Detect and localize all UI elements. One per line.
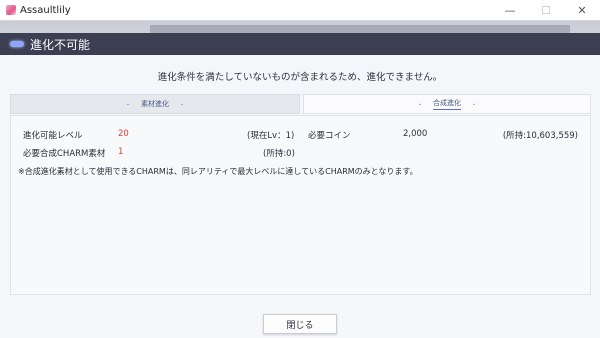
requirements-panel: 進化可能レベル 20 (現在Lv：1) 必要コイン 2,000 (所持:10,6… [10, 115, 591, 295]
coin-label: 必要コイン [308, 131, 351, 141]
tab-dot: ・ [179, 101, 186, 109]
current-level: (現在Lv：1) [247, 131, 295, 141]
minimize-icon[interactable]: — [492, 0, 528, 20]
level-value: 20 [118, 129, 129, 139]
level-label: 進化可能レベル [23, 131, 83, 141]
tab-dot: ・ [124, 101, 131, 109]
charm-label: 必要合成CHARM素材 [23, 149, 106, 159]
dialog-message: 進化条件を満たしていないものが含まれるため、進化できません。 [157, 72, 443, 83]
coin-value: 2,000 [403, 129, 428, 139]
tab-label: 合成進化 [433, 98, 461, 110]
background-bar [150, 25, 570, 33]
coin-owned: (所持:10,603,559) [502, 131, 578, 141]
tab-synthesis-evolution[interactable]: ・ 合成進化 ・ [303, 94, 591, 114]
tab-dot: ・ [471, 101, 478, 109]
close-window-icon[interactable]: ✕ [564, 0, 600, 20]
close-button[interactable]: 閉じる [263, 314, 337, 334]
tab-label: 素材進化 [141, 100, 169, 108]
header-pill-icon [10, 41, 24, 47]
dialog-body: 進化条件を満たしていないものが含まれるため、進化できません。 ・ 素材進化 ・ … [0, 55, 600, 338]
charm-owned: (所持:0) [263, 149, 295, 159]
window-controls: — ☐ ✕ [492, 0, 600, 20]
dialog-header: 進化不可能 [0, 33, 600, 55]
dialog-title: 進化不可能 [30, 37, 91, 52]
tab-dot: ・ [416, 101, 423, 109]
maximize-icon[interactable]: ☐ [528, 0, 564, 20]
tab-material-evolution[interactable]: ・ 素材進化 ・ [10, 94, 300, 114]
evolution-note: ※合成進化素材として使用できるCHARMは、同レアリティで最大レベルに達している… [18, 167, 418, 176]
window-titlebar: Assaultlily — ☐ ✕ [0, 0, 600, 21]
window-title: Assaultlily [20, 4, 71, 16]
app-logo-icon [6, 5, 16, 15]
charm-value: 1 [118, 147, 124, 157]
